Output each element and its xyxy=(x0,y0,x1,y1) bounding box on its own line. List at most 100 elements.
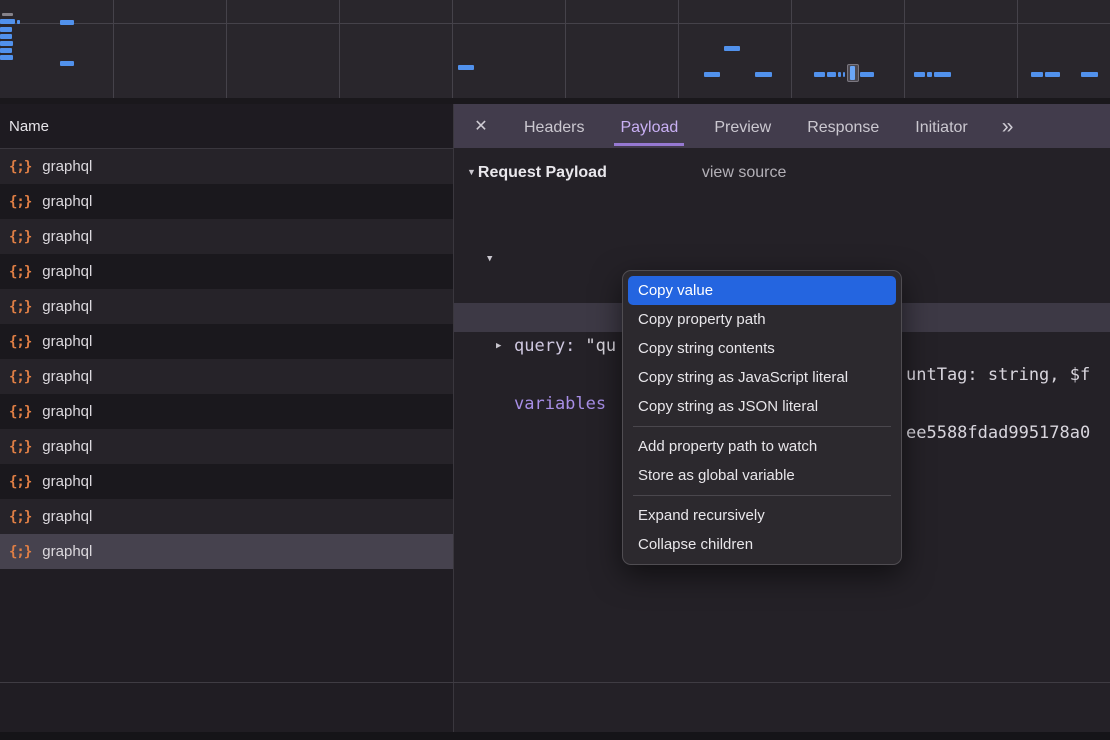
request-row[interactable]: {;} graphql xyxy=(0,359,453,394)
request-rows: {;} graphql {;} graphql {;} graphql {;} graphql… xyxy=(0,149,453,569)
column-header-name[interactable]: Name xyxy=(0,104,453,149)
waterfall-request-bar xyxy=(934,72,951,77)
request-row[interactable]: {;}graphql xyxy=(0,534,453,569)
request-row[interactable]: {;} graphql xyxy=(0,149,453,184)
property-key: variables xyxy=(514,394,606,414)
request-payload-section-header[interactable]: ▼ Request Payload view source xyxy=(467,164,786,182)
waterfall-gridline xyxy=(1017,0,1018,98)
more-tabs-icon[interactable]: » xyxy=(1002,116,1014,137)
waterfall-request-bar xyxy=(0,55,13,60)
request-row[interactable]: {;} graphql xyxy=(0,184,453,219)
waterfall-selection-tick xyxy=(850,66,855,80)
menu-item-copy-string-as-json-literal[interactable]: Copy string as JSON literal xyxy=(623,392,901,421)
menu-item-copy-property-path[interactable]: Copy property path xyxy=(623,305,901,334)
request-row[interactable]: {;} graphql xyxy=(0,254,453,289)
tab-headers[interactable]: Headers xyxy=(518,107,590,146)
json-icon: {;} xyxy=(9,404,31,420)
waterfall-request-bar xyxy=(1045,72,1060,77)
network-overview-waterfall[interactable] xyxy=(0,0,1110,104)
json-icon: {;} xyxy=(9,439,31,455)
close-icon[interactable]: ✕ xyxy=(470,116,492,136)
footer-divider xyxy=(0,682,1110,683)
request-row[interactable]: {;}graphql xyxy=(0,464,453,499)
request-row[interactable]: {;} graphql xyxy=(0,394,453,429)
request-name-label: graphql xyxy=(42,403,92,420)
json-icon: {;} xyxy=(9,299,31,315)
request-row[interactable]: {;}graphql xyxy=(0,324,453,359)
waterfall-request-bar xyxy=(60,20,74,25)
bottom-strip xyxy=(0,732,1110,740)
devtools-network-panel: Name {;}graphql{;}graphql{;}graphql{;}gr… xyxy=(0,0,1110,740)
request-name-label: graphql xyxy=(42,158,92,175)
waterfall-request-bar xyxy=(0,27,12,32)
triangle-down-icon[interactable]: ▼ xyxy=(487,245,492,274)
menu-item-store-as-global-variable[interactable]: Store as global variable xyxy=(623,461,901,490)
request-row[interactable]: {;}graphql xyxy=(0,289,453,324)
waterfall-gridline xyxy=(904,0,905,98)
waterfall-request-bar xyxy=(0,41,13,46)
waterfall-request-bar xyxy=(704,72,720,77)
waterfall-request-bar xyxy=(827,72,836,77)
requests-table: Name {;}graphql{;}graphql{;}graphql{;}gr… xyxy=(0,104,453,740)
waterfall-gridline xyxy=(678,0,679,98)
waterfall-request-bar xyxy=(1031,72,1043,77)
waterfall-request-bar xyxy=(927,72,932,77)
json-icon: {;} xyxy=(9,159,31,175)
json-icon: {;} xyxy=(9,509,31,525)
view-source-link[interactable]: view source xyxy=(702,164,786,182)
waterfall-request-bar xyxy=(724,46,740,51)
waterfall-request-bar xyxy=(814,72,825,77)
json-icon: {;} xyxy=(9,474,31,490)
request-row[interactable]: {;}graphql xyxy=(0,429,453,464)
context-menu: Copy valueCopy property pathCopy string … xyxy=(622,270,902,565)
triangle-right-icon[interactable]: ▶ xyxy=(496,332,501,361)
waterfall-request-bar xyxy=(838,72,841,77)
request-row[interactable]: {;} graphql xyxy=(0,499,453,534)
request-name-label: graphql xyxy=(42,263,92,280)
tab-response[interactable]: Response xyxy=(801,107,885,146)
property-value-right: ee5588fdad995178a0 xyxy=(906,419,1090,448)
menu-item-add-property-path-to-watch[interactable]: Add property path to watch xyxy=(623,432,901,461)
waterfall-bar-gray xyxy=(2,13,13,16)
request-name-label: graphql xyxy=(42,508,92,525)
request-name-label: graphql xyxy=(42,368,92,385)
waterfall-request-bar xyxy=(755,72,772,77)
json-icon: {;} xyxy=(9,264,31,280)
menu-item-expand-recursively[interactable]: Expand recursively xyxy=(623,501,901,530)
detail-tabbar: ✕ Headers Payload Preview Response Initiator… xyxy=(454,104,1110,148)
menu-separator xyxy=(633,426,891,427)
json-icon: {;} xyxy=(9,194,31,210)
waterfall-gridline xyxy=(339,0,340,98)
waterfall-gridline xyxy=(791,0,792,98)
waterfall-gridline xyxy=(113,0,114,98)
request-name-label: graphql xyxy=(42,193,92,210)
menu-item-copy-string-as-javascript-literal[interactable]: Copy string as JavaScript literal xyxy=(623,363,901,392)
menu-separator xyxy=(633,495,891,496)
waterfall-gridline xyxy=(565,0,566,98)
waterfall-hairline xyxy=(0,23,1110,24)
json-icon: {;} xyxy=(9,229,31,245)
request-name-label: graphql xyxy=(42,543,92,560)
triangle-down-icon: ▼ xyxy=(467,167,476,177)
waterfall-gridline xyxy=(452,0,453,98)
json-icon: {;} xyxy=(9,369,31,385)
waterfall-request-bar xyxy=(843,72,845,77)
waterfall-request-bar xyxy=(0,19,15,24)
request-name-label: graphql xyxy=(42,333,92,350)
waterfall-request-bar xyxy=(60,61,74,66)
request-row[interactable]: {;} graphql xyxy=(0,219,453,254)
property-value-right: untTag: string, $f xyxy=(906,361,1090,390)
waterfall-request-bar xyxy=(0,34,12,39)
waterfall-request-bar xyxy=(458,65,474,70)
tab-initiator[interactable]: Initiator xyxy=(909,107,973,146)
waterfall-request-bar xyxy=(860,72,874,77)
waterfall-request-bar xyxy=(17,20,20,24)
tab-preview[interactable]: Preview xyxy=(708,107,777,146)
tab-payload[interactable]: Payload xyxy=(614,107,684,146)
menu-item-copy-value[interactable]: Copy value xyxy=(628,276,896,305)
menu-item-collapse-children[interactable]: Collapse children xyxy=(623,530,901,559)
section-title: Request Payload xyxy=(478,164,607,182)
menu-item-copy-string-contents[interactable]: Copy string contents xyxy=(623,334,901,363)
request-name-label: graphql xyxy=(42,228,92,245)
waterfall-request-bar xyxy=(1081,72,1098,77)
